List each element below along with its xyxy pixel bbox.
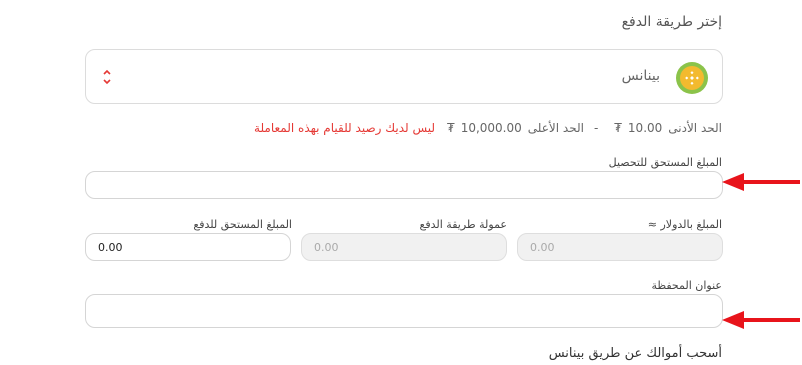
red-arrow-icon — [722, 173, 800, 191]
amount-due-pay-input[interactable] — [85, 233, 291, 261]
amount-due-pay-label: المبلغ المستحق للدفع — [193, 218, 292, 231]
amount-usd-label: المبلغ بالدولار ≈ — [647, 218, 722, 231]
max-value: 10,000.00 — [460, 121, 522, 135]
binance-coin-icon — [676, 62, 708, 94]
method-fee-label: عمولة طريقة الدفع — [419, 218, 508, 231]
payment-method-select[interactable]: بينانس — [85, 49, 723, 104]
separator: - — [593, 121, 599, 135]
method-fee-input — [301, 233, 507, 261]
currency-symbol: ₮ — [614, 121, 622, 135]
min-label: الحد الأدنى — [668, 121, 722, 135]
min-value: 10.00 — [627, 121, 663, 135]
insufficient-balance-warning: ليس لديك رصيد للقيام بهذه المعاملة — [254, 121, 436, 135]
withdraw-via-binance-text: أسحب أموالك عن طريق بينانس — [548, 346, 722, 361]
currency-symbol: ₮ — [447, 121, 455, 135]
amount-due-collect-input[interactable] — [85, 171, 723, 199]
wallet-address-input[interactable] — [85, 294, 723, 328]
limits-row: الحد الأدنى 10.00 ₮ -الحد الأعلى 10,000.00 ₮ ل… — [254, 121, 722, 135]
payment-method-heading: إختر طريقة الدفع — [621, 14, 722, 30]
amount-usd-input — [517, 233, 723, 261]
max-label: الحد الأعلى — [527, 121, 584, 135]
select-chevron-icon[interactable] — [102, 66, 112, 88]
amount-due-collect-label: المبلغ المستحق للتحصيل — [608, 156, 722, 169]
wallet-address-label: عنوان المحفظة — [651, 279, 722, 292]
red-arrow-icon — [722, 311, 800, 329]
selected-method-label: بينانس — [621, 68, 660, 84]
